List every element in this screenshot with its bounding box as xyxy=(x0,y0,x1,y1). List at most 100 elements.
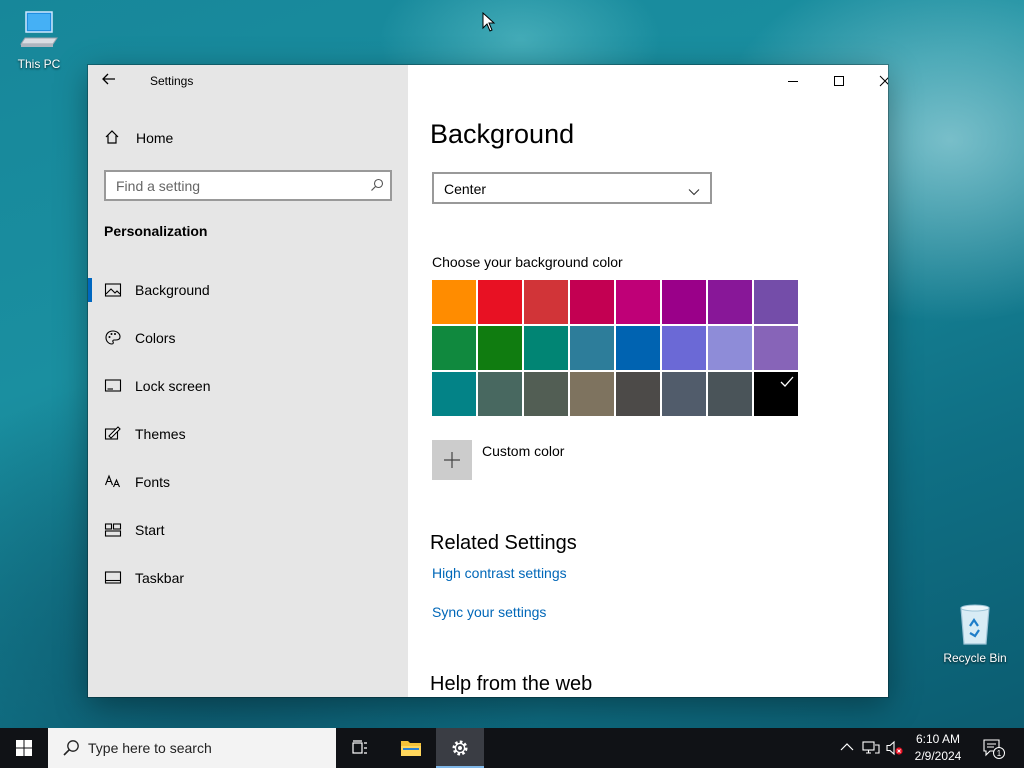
desktop-icon-this-pc[interactable]: This PC xyxy=(4,10,74,71)
checkmark-icon xyxy=(780,376,794,387)
lock-screen-icon xyxy=(104,377,122,395)
background-type-dropdown[interactable]: Center xyxy=(432,172,712,204)
sidebar-item-home[interactable]: Home xyxy=(88,121,408,153)
color-swatch[interactable] xyxy=(432,372,476,416)
task-view-icon xyxy=(352,740,367,754)
sidebar-item-fonts[interactable]: Fonts xyxy=(88,458,408,506)
dropdown-selected-value: Center xyxy=(444,181,487,197)
custom-color-label: Custom color xyxy=(482,443,565,459)
chevron-down-icon xyxy=(688,183,700,201)
color-swatch[interactable] xyxy=(662,326,706,370)
start-layout-icon xyxy=(104,521,122,539)
color-swatch[interactable] xyxy=(662,280,706,324)
chevron-up-icon[interactable] xyxy=(840,740,854,759)
palette-icon xyxy=(104,329,122,347)
notification-count: 1 xyxy=(997,749,1002,758)
sidebar-item-label: Themes xyxy=(135,426,186,442)
notification-icon: 1 xyxy=(983,739,1005,759)
volume-muted-icon[interactable] xyxy=(886,740,904,761)
color-swatch[interactable] xyxy=(754,326,798,370)
color-swatch[interactable] xyxy=(570,372,614,416)
sidebar-item-background[interactable]: Background xyxy=(88,266,408,314)
windows-logo-icon xyxy=(16,740,32,756)
task-view-button[interactable] xyxy=(336,728,384,768)
color-swatch[interactable] xyxy=(432,326,476,370)
search-icon[interactable] xyxy=(370,178,384,197)
color-swatch[interactable] xyxy=(524,372,568,416)
color-swatch[interactable] xyxy=(524,280,568,324)
color-swatch[interactable] xyxy=(708,280,752,324)
settings-window: Settings Home Personalization xyxy=(88,65,888,697)
color-swatch[interactable] xyxy=(570,280,614,324)
action-center-button[interactable]: 1 xyxy=(982,738,1006,765)
page-title: Background xyxy=(430,119,575,149)
maximize-button[interactable] xyxy=(816,65,862,97)
sidebar-item-start[interactable]: Start xyxy=(88,506,408,554)
gear-icon xyxy=(452,740,468,756)
system-clock[interactable]: 6:10 AM 2/9/2024 xyxy=(908,731,968,765)
recycle-bin-icon xyxy=(940,602,1010,649)
maximize-icon xyxy=(834,76,844,86)
color-swatch[interactable] xyxy=(478,372,522,416)
sidebar-item-taskbar[interactable]: Taskbar xyxy=(88,554,408,602)
color-swatch[interactable] xyxy=(754,372,798,416)
color-swatch[interactable] xyxy=(616,372,660,416)
sidebar-item-label: Background xyxy=(135,282,210,298)
taskbar-search-placeholder: Type here to search xyxy=(88,740,212,756)
color-swatch[interactable] xyxy=(432,280,476,324)
back-arrow-icon xyxy=(102,73,115,85)
window-title: Settings xyxy=(150,74,194,88)
color-swatch[interactable] xyxy=(478,280,522,324)
sidebar-item-label: Taskbar xyxy=(135,570,185,586)
sidebar-item-label: Lock screen xyxy=(135,378,211,394)
sidebar-item-colors[interactable]: Colors xyxy=(88,314,408,362)
sidebar-nav: Background Colors Lock screen Themes Fon… xyxy=(88,266,408,602)
color-swatch-grid xyxy=(432,280,800,416)
home-icon xyxy=(104,129,120,150)
color-swatch[interactable] xyxy=(478,326,522,370)
sidebar-item-themes[interactable]: Themes xyxy=(88,410,408,458)
fonts-icon xyxy=(104,473,122,491)
mouse-cursor-icon xyxy=(482,11,496,37)
color-swatch[interactable] xyxy=(708,326,752,370)
plus-icon xyxy=(432,440,472,480)
color-swatch[interactable] xyxy=(708,372,752,416)
minimize-button[interactable] xyxy=(770,65,816,97)
sidebar-item-label: Home xyxy=(136,130,174,146)
clock-date: 2/9/2024 xyxy=(914,749,962,763)
sidebar-item-lock-screen[interactable]: Lock screen xyxy=(88,362,408,410)
section-title-personalization: Personalization xyxy=(104,223,208,239)
picture-icon xyxy=(104,281,122,299)
start-button[interactable] xyxy=(0,728,48,768)
taskbar-search-box[interactable]: Type here to search xyxy=(48,728,336,768)
find-setting-input[interactable] xyxy=(106,172,346,199)
clock-time: 6:10 AM xyxy=(915,732,961,746)
find-setting-search[interactable] xyxy=(104,170,392,201)
desktop-icon-recycle-bin[interactable]: Recycle Bin xyxy=(940,602,1010,665)
color-swatch[interactable] xyxy=(570,326,614,370)
related-settings-heading: Related Settings xyxy=(430,532,577,554)
color-swatch[interactable] xyxy=(616,326,660,370)
taskbar: Type here to search 6:10 AM 2/9/2024 1 xyxy=(0,728,1024,768)
sidebar-item-label: Fonts xyxy=(135,474,171,490)
color-swatch[interactable] xyxy=(662,372,706,416)
network-icon[interactable] xyxy=(862,740,880,761)
sidebar: Settings Home Personalization xyxy=(88,65,408,697)
help-from-web-heading: Help from the web xyxy=(430,673,593,695)
color-swatch[interactable] xyxy=(524,326,568,370)
color-swatch[interactable] xyxy=(616,280,660,324)
color-swatch[interactable] xyxy=(754,280,798,324)
desktop-icon-label: Recycle Bin xyxy=(943,651,1007,665)
background-color-label: Choose your background color xyxy=(432,254,623,270)
settings-taskbar-button[interactable] xyxy=(436,728,484,768)
taskbar-icon xyxy=(104,569,122,587)
themes-icon xyxy=(104,425,122,443)
sidebar-item-label: Start xyxy=(135,522,165,538)
sync-settings-link[interactable]: Sync your settings xyxy=(432,604,546,620)
file-explorer-button[interactable] xyxy=(386,728,434,768)
back-button[interactable] xyxy=(102,72,122,92)
search-icon xyxy=(62,739,80,762)
folder-icon xyxy=(401,741,421,756)
close-button[interactable] xyxy=(862,65,888,97)
high-contrast-settings-link[interactable]: High contrast settings xyxy=(432,565,567,581)
